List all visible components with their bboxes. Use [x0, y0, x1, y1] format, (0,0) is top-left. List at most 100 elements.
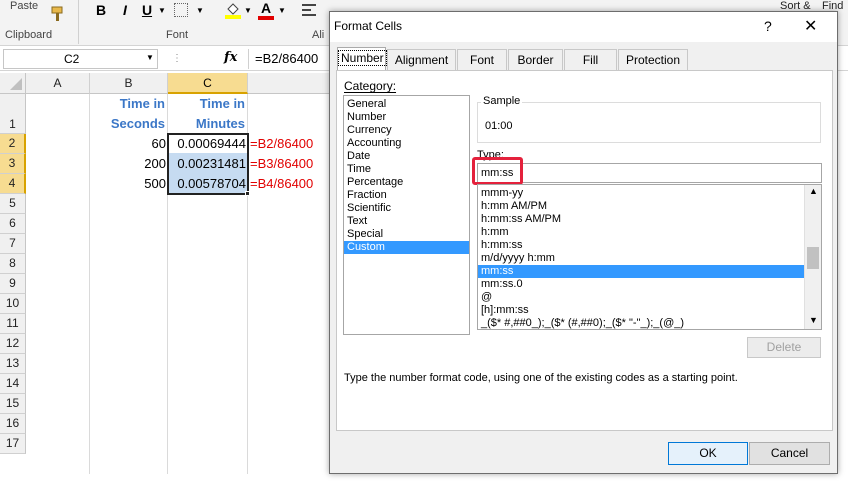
delete-button[interactable]: Delete	[747, 337, 821, 358]
row-header-6[interactable]: 6	[0, 214, 26, 234]
type-item-selected[interactable]: mm:ss	[478, 265, 804, 278]
dialog-titlebar[interactable]: Format Cells ? ✕	[330, 12, 837, 42]
row-header-12[interactable]: 12	[0, 334, 26, 354]
help-button[interactable]: ?	[764, 18, 772, 34]
row-number: 11	[6, 316, 19, 330]
row-header-5[interactable]: 5	[0, 194, 26, 214]
category-item-accounting[interactable]: Accounting	[344, 137, 469, 150]
alignment-group-label: Ali	[312, 29, 325, 41]
italic-button[interactable]: I	[116, 1, 134, 19]
font-color-dropdown-icon[interactable]: ▼	[278, 6, 286, 15]
row-header-17[interactable]: 17	[0, 434, 26, 454]
fx-icon[interactable]: fx	[224, 50, 237, 65]
cell-b1[interactable]: Time in Seconds	[90, 94, 168, 134]
bold-button[interactable]: B	[92, 1, 110, 19]
category-item-date[interactable]: Date	[344, 150, 469, 163]
row-header-8[interactable]: 8	[0, 254, 26, 274]
column-header-c[interactable]: C	[168, 73, 248, 94]
scroll-up-icon[interactable]: ▲	[809, 186, 818, 196]
tab-border[interactable]: Border	[508, 49, 563, 71]
category-item-fraction[interactable]: Fraction	[344, 189, 469, 202]
type-input[interactable]: mm:ss	[477, 163, 822, 183]
type-item[interactable]: m/d/yyyy h:mm	[478, 252, 804, 265]
row-header-1[interactable]: 1	[0, 94, 26, 134]
category-item-custom[interactable]: Custom	[344, 241, 469, 254]
row-number: 7	[9, 236, 16, 250]
name-box[interactable]: C2	[3, 49, 158, 69]
row-header-10[interactable]: 10	[0, 294, 26, 314]
row-number: 6	[9, 216, 16, 230]
category-item-text[interactable]: Text	[344, 215, 469, 228]
tab-number-label: Number	[338, 50, 387, 66]
category-item-percentage[interactable]: Percentage	[344, 176, 469, 189]
category-item-number[interactable]: Number	[344, 111, 469, 124]
font-group-label: Font	[166, 29, 189, 41]
cell-c1[interactable]: Time in Minutes	[168, 94, 248, 134]
tab-font[interactable]: Font	[457, 49, 507, 71]
close-button[interactable]: ✕	[804, 16, 817, 36]
align-left-icon[interactable]	[302, 4, 316, 16]
underline-button[interactable]: U	[138, 1, 156, 19]
header-b-line2: Seconds	[110, 116, 165, 131]
category-item-scientific[interactable]: Scientific	[344, 202, 469, 215]
row-header-16[interactable]: 16	[0, 414, 26, 434]
category-item-general[interactable]: General	[344, 98, 469, 111]
header-b-line1: Time in	[119, 96, 165, 111]
name-box-dropdown-icon[interactable]: ▼	[146, 53, 154, 62]
scrollbar-thumb[interactable]	[807, 247, 819, 269]
row-number: 4	[8, 176, 16, 190]
cell-b3[interactable]: 200	[90, 154, 166, 174]
type-listbox[interactable]: mmm-yy h:mm AM/PM h:mm:ss AM/PM h:mm h:m…	[477, 184, 822, 330]
row-header-14[interactable]: 14	[0, 374, 26, 394]
column-header-b[interactable]: B	[90, 73, 168, 94]
underline-dropdown-icon[interactable]: ▼	[158, 6, 166, 15]
cell-c4[interactable]: 0.00578704	[168, 174, 246, 194]
ok-button[interactable]: OK	[668, 442, 748, 465]
format-painter-icon[interactable]	[50, 6, 66, 22]
category-item-time[interactable]: Time	[344, 163, 469, 176]
fill-handle[interactable]	[245, 191, 250, 196]
type-item[interactable]: h:mm AM/PM	[478, 200, 804, 213]
row-header-3[interactable]: 3	[0, 154, 26, 174]
type-item[interactable]: h:mm	[478, 226, 804, 239]
type-item[interactable]: _($* #,##0_);_($* (#,##0);_($* "-"_);_(@…	[478, 317, 804, 329]
type-list-scrollbar[interactable]: ▲ ▼	[804, 185, 821, 329]
select-all-corner[interactable]	[0, 73, 26, 94]
fill-dropdown-icon[interactable]: ▼	[244, 6, 252, 15]
type-item[interactable]: h:mm:ss AM/PM	[478, 213, 804, 226]
borders-icon[interactable]	[174, 3, 188, 17]
borders-dropdown-icon[interactable]: ▼	[196, 6, 204, 15]
tab-fill[interactable]: Fill	[564, 49, 617, 71]
paste-button[interactable]: Paste	[4, 0, 44, 28]
cell-b2[interactable]: 60	[90, 134, 166, 154]
tab-alignment[interactable]: Alignment	[387, 49, 456, 71]
tab-protection[interactable]: Protection	[618, 49, 688, 71]
row-header-15[interactable]: 15	[0, 394, 26, 414]
row-header-13[interactable]: 13	[0, 354, 26, 374]
row-header-2[interactable]: 2	[0, 134, 26, 154]
fill-color-icon[interactable]	[224, 1, 242, 19]
row-header-9[interactable]: 9	[0, 274, 26, 294]
category-item-currency[interactable]: Currency	[344, 124, 469, 137]
type-item[interactable]: mm:ss.0	[478, 278, 804, 291]
column-header-d[interactable]	[248, 73, 338, 94]
type-item[interactable]: [h]:mm:ss	[478, 304, 804, 317]
row-number: 2	[8, 136, 16, 150]
cell-c2[interactable]: 0.00069444	[168, 134, 246, 154]
formula-value: =B2/86400	[255, 51, 319, 66]
font-color-icon[interactable]: A	[258, 0, 274, 20]
category-listbox[interactable]: General Number Currency Accounting Date …	[343, 95, 470, 335]
tab-number[interactable]: Number	[337, 47, 387, 71]
type-item[interactable]: mmm-yy	[478, 187, 804, 200]
category-item-special[interactable]: Special	[344, 228, 469, 241]
scroll-down-icon[interactable]: ▼	[809, 315, 818, 325]
type-item[interactable]: h:mm:ss	[478, 239, 804, 252]
type-item[interactable]: @	[478, 291, 804, 304]
cancel-button[interactable]: Cancel	[749, 442, 830, 465]
cell-b4[interactable]: 500	[90, 174, 166, 194]
row-header-4[interactable]: 4	[0, 174, 26, 194]
row-header-7[interactable]: 7	[0, 234, 26, 254]
column-header-a[interactable]: A	[26, 73, 90, 94]
cell-c3[interactable]: 0.00231481	[168, 154, 246, 174]
row-header-11[interactable]: 11	[0, 314, 26, 334]
